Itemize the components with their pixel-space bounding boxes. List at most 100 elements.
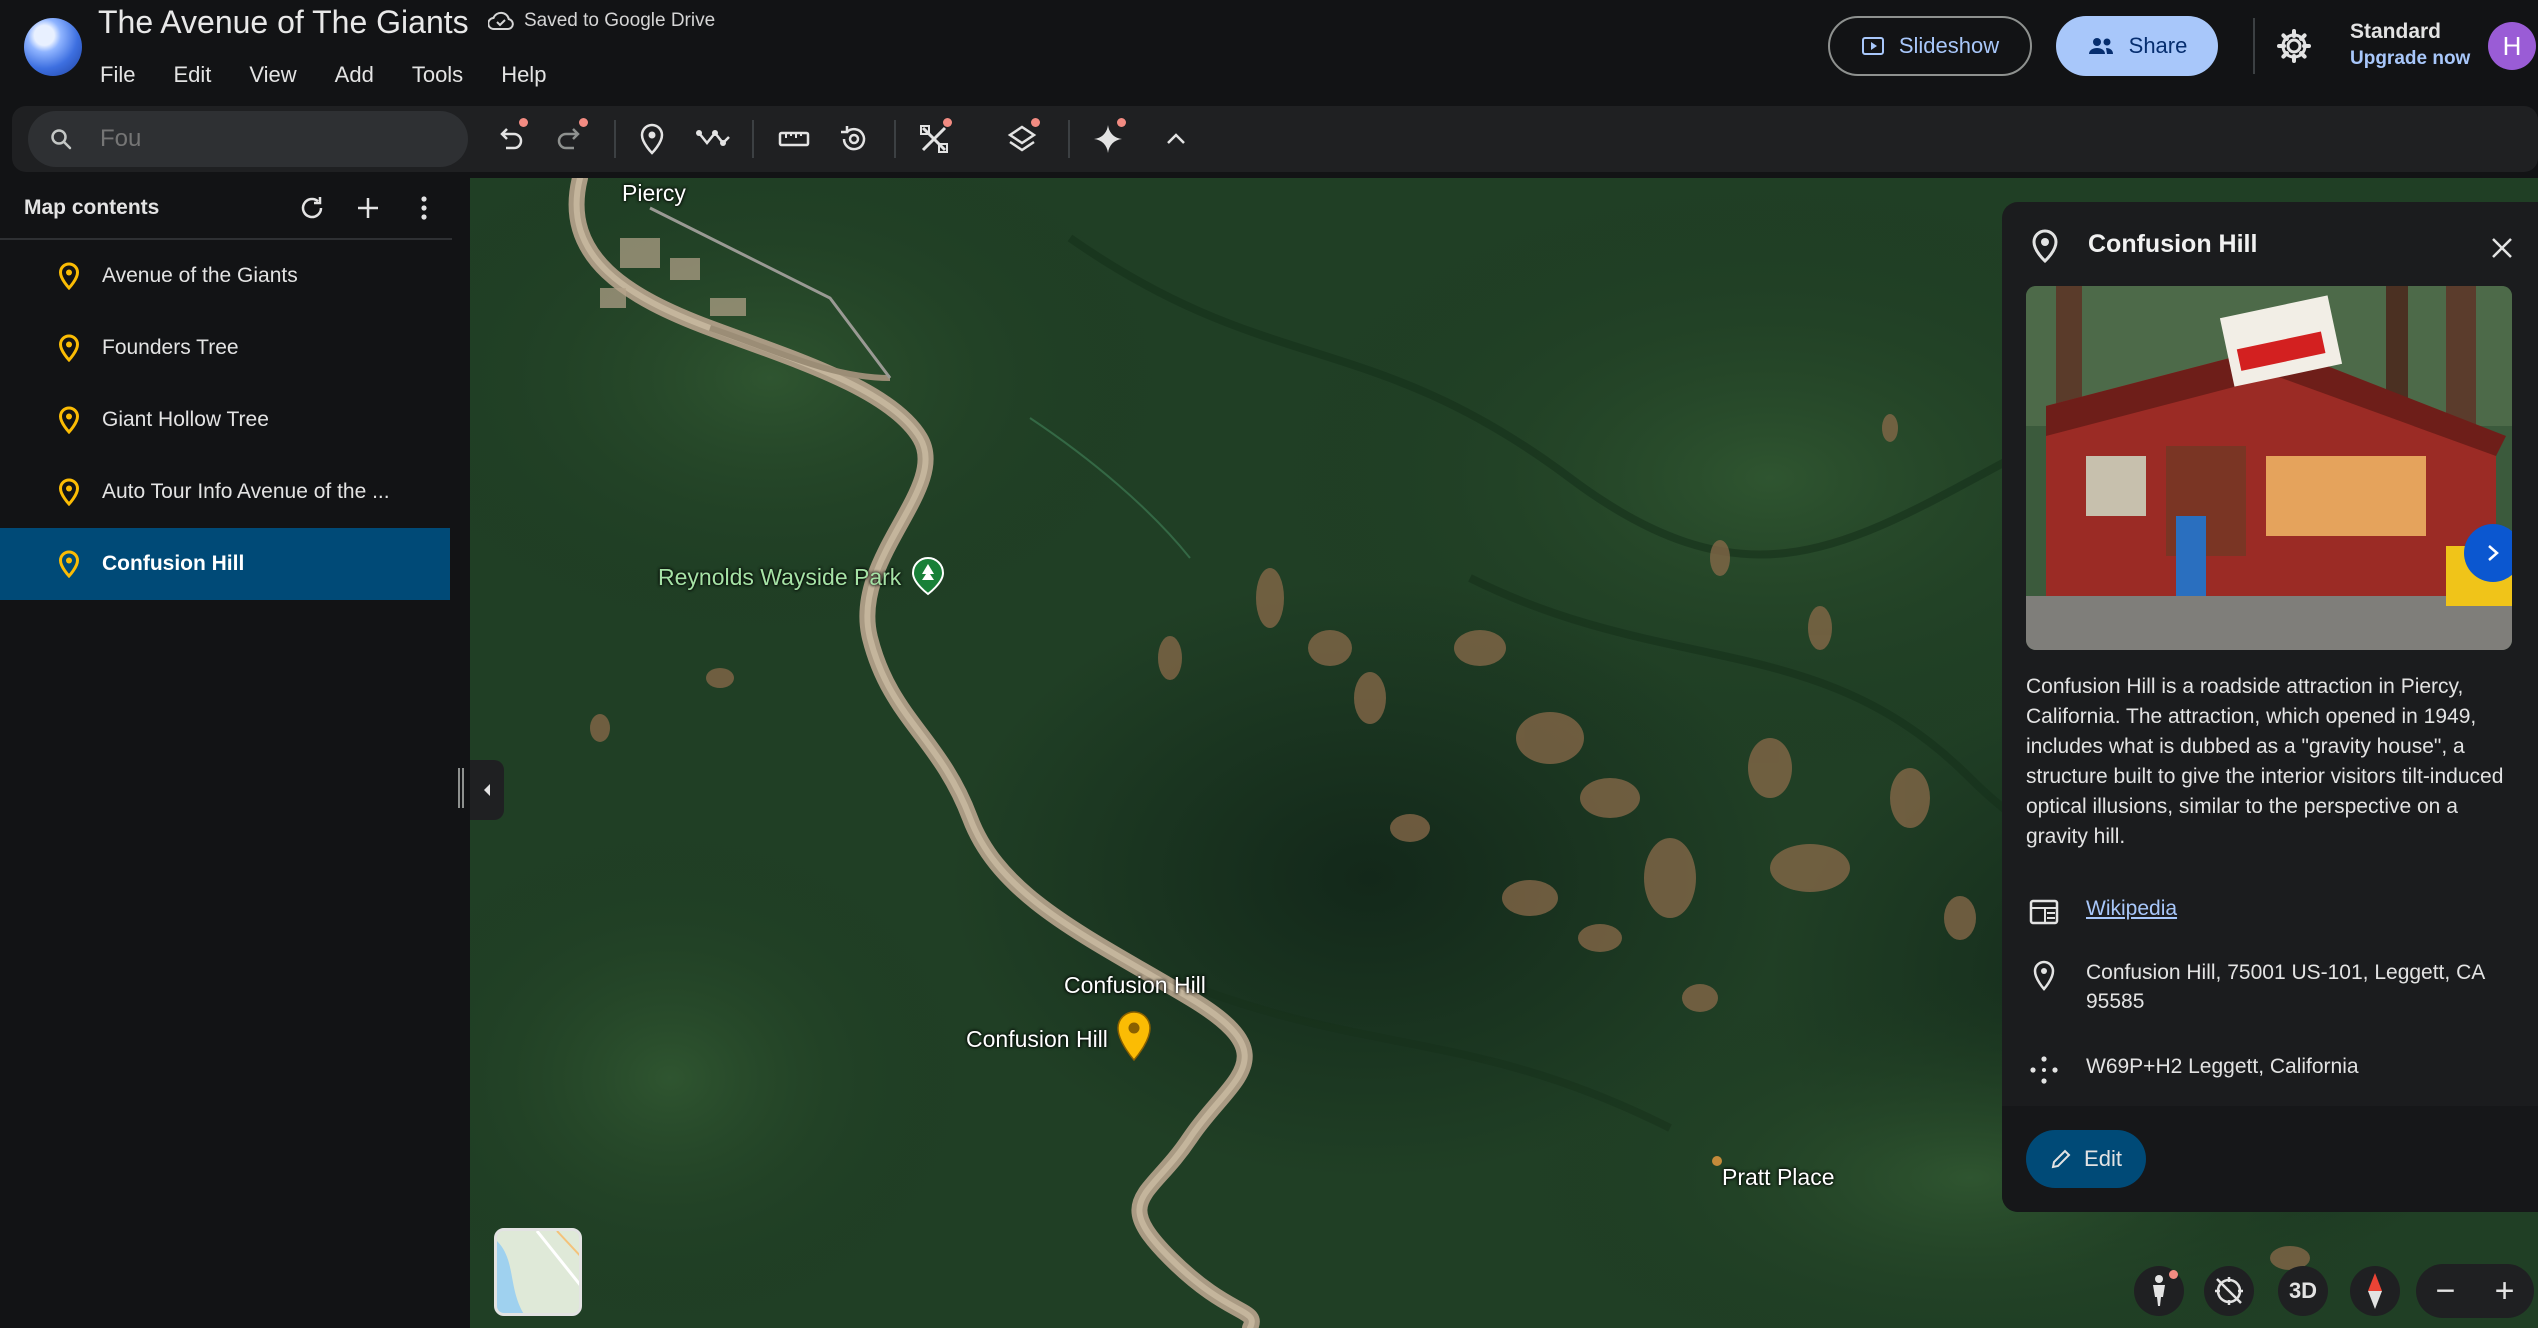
draw-path-button[interactable]: [694, 118, 734, 160]
park-marker-icon[interactable]: [910, 556, 946, 596]
people-icon: [2088, 38, 2113, 54]
menu-help[interactable]: Help: [501, 62, 546, 88]
toolbar-divider: [752, 120, 754, 158]
placemark-list: Avenue of the Giants Founders Tree Giant…: [0, 240, 450, 600]
redo-icon: [557, 128, 580, 150]
menu-file[interactable]: File: [100, 62, 135, 88]
save-status-text: Saved to Google Drive: [524, 10, 716, 31]
map-style-notification-dot: [943, 118, 952, 127]
placemark-pin-icon: [58, 550, 80, 578]
menu-add[interactable]: Add: [335, 62, 374, 88]
panel-footer: Edit: [2002, 1106, 2538, 1212]
map-label-confusion-hill-placemark[interactable]: Confusion Hill: [966, 1026, 1108, 1053]
more-options-button[interactable]: [406, 190, 442, 226]
wikipedia-link[interactable]: Wikipedia: [2086, 894, 2177, 923]
gemini-notification-dot: [1117, 118, 1126, 127]
map-contents-actions: [294, 190, 442, 226]
menu-view[interactable]: View: [249, 62, 296, 88]
article-icon-wrap: [2026, 894, 2062, 930]
street-view-button[interactable]: [2134, 1266, 2184, 1316]
place-title: Confusion Hill: [2088, 230, 2258, 258]
edit-button[interactable]: Edit: [2026, 1130, 2146, 1188]
slideshow-button[interactable]: Slideshow: [1828, 16, 2032, 76]
toolbar-divider: [614, 120, 616, 158]
chevron-up-icon: [1167, 133, 1185, 144]
upgrade-link[interactable]: Upgrade now: [2350, 48, 2470, 70]
earth-logo-icon[interactable]: [24, 18, 82, 76]
collapse-sidebar-button[interactable]: [470, 760, 504, 820]
resize-grip[interactable]: [458, 768, 464, 808]
list-item-founders-tree[interactable]: Founders Tree: [0, 312, 450, 384]
map-label-reynolds-wayside-park[interactable]: Reynolds Wayside Park: [658, 564, 901, 591]
app-header: The Avenue of The Giants Saved to Google…: [0, 0, 2538, 104]
settings-button[interactable]: [2274, 26, 2314, 66]
list-item-label: Confusion Hill: [102, 552, 245, 575]
add-placemark-icon: [640, 123, 664, 155]
location-icon-wrap: [2026, 958, 2062, 994]
plus-code: W69P+H2 Leggett, California: [2086, 1055, 2359, 1078]
map-label-confusion-hill[interactable]: Confusion Hill: [1064, 972, 1206, 999]
map-label-piercy: Piercy: [622, 180, 686, 206]
source-row: Wikipedia: [2026, 894, 2526, 930]
sidebar-collapse-handle[interactable]: [452, 760, 504, 820]
add-placemark-button[interactable]: [632, 118, 672, 160]
list-item-auto-tour-info[interactable]: Auto Tour Info Avenue of the ...: [0, 456, 450, 528]
zoom-out-button[interactable]: −: [2436, 1272, 2456, 1311]
list-item-avenue-of-the-giants[interactable]: Avenue of the Giants: [0, 240, 450, 312]
map-style-button[interactable]: [914, 118, 954, 160]
menu-tools[interactable]: Tools: [412, 62, 463, 88]
list-item-confusion-hill[interactable]: Confusion Hill: [0, 528, 450, 600]
gemini-sparkle-icon: [1094, 125, 1122, 153]
collapse-toolbar-button[interactable]: [1156, 118, 1196, 160]
save-status: Saved to Google Drive: [488, 10, 715, 32]
share-label: Share: [2128, 33, 2188, 58]
more-vert-icon: [421, 196, 427, 220]
account-avatar[interactable]: H: [2488, 22, 2536, 70]
address-row: Confusion Hill, 75001 US-101, Leggett, C…: [2026, 958, 2526, 1016]
list-item-label: Giant Hollow Tree: [102, 408, 269, 431]
plus-code-icon: [2030, 1056, 2058, 1084]
map-style-icon: [920, 125, 948, 153]
layers-icon: [1007, 125, 1037, 152]
undo-button[interactable]: [490, 118, 530, 160]
add-content-button[interactable]: [350, 190, 386, 226]
menu-bar: File Edit View Add Tools Help: [100, 62, 584, 88]
placemark-icon: [2032, 229, 2058, 264]
slideshow-icon: [1861, 37, 1884, 55]
list-item-label: Founders Tree: [102, 336, 239, 359]
undo-notification-dot: [519, 118, 528, 127]
redo-notification-dot: [579, 118, 588, 127]
search-input[interactable]: [100, 125, 430, 153]
draw-path-icon: [696, 130, 730, 146]
compass-button[interactable]: [2350, 1266, 2400, 1316]
map-type-switcher[interactable]: [494, 1228, 582, 1316]
list-item-label: Auto Tour Info Avenue of the ...: [102, 480, 390, 503]
search-box[interactable]: [28, 111, 468, 167]
undo-icon: [500, 128, 523, 150]
share-button[interactable]: Share: [2056, 16, 2218, 76]
historical-imagery-button[interactable]: [834, 118, 874, 160]
confusion-hill-marker-icon[interactable]: [1114, 1010, 1154, 1062]
close-icon: [2492, 238, 2512, 258]
edit-label: Edit: [2084, 1146, 2122, 1171]
refresh-button[interactable]: [294, 190, 330, 226]
3d-toggle-button[interactable]: 3D: [2278, 1266, 2328, 1316]
list-item-giant-hollow-tree[interactable]: Giant Hollow Tree: [0, 384, 450, 456]
place-photo[interactable]: [2026, 286, 2512, 650]
close-panel-button[interactable]: [2480, 226, 2524, 270]
redo-button[interactable]: [550, 118, 590, 160]
placemark-pin-icon: [58, 262, 80, 290]
layers-button[interactable]: [1002, 118, 1042, 160]
project-title[interactable]: The Avenue of The Giants: [98, 4, 469, 41]
measure-button[interactable]: [774, 118, 814, 160]
tilt-reset-button[interactable]: [2204, 1266, 2254, 1316]
menu-edit[interactable]: Edit: [173, 62, 211, 88]
pegman-icon: [2153, 1275, 2165, 1306]
ruler-icon: [778, 131, 810, 147]
street-view-notification-dot: [2169, 1270, 2178, 1279]
zoom-in-button[interactable]: +: [2495, 1272, 2515, 1311]
gemini-button[interactable]: [1088, 118, 1128, 160]
location-pin-icon: [2033, 960, 2055, 991]
slideshow-label: Slideshow: [1898, 33, 2000, 58]
chevron-left-icon: [484, 784, 490, 796]
